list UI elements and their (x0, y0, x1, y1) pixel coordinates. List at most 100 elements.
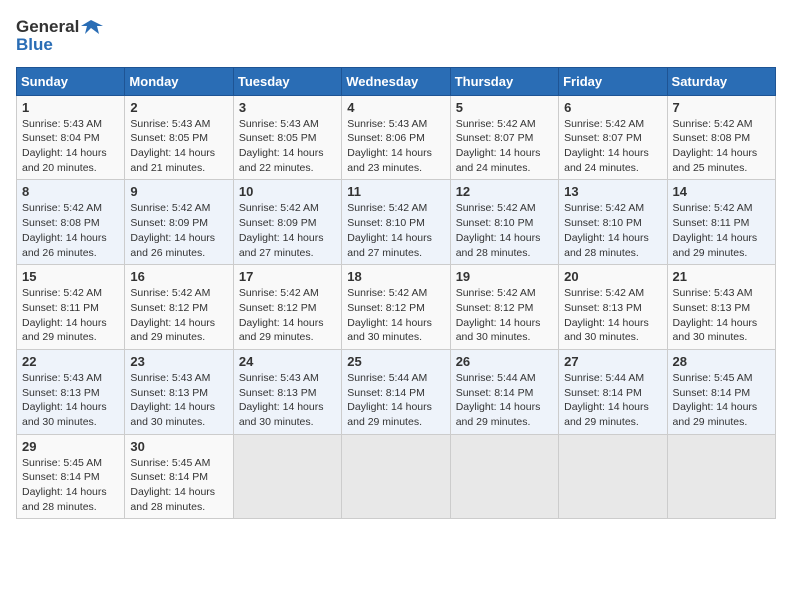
col-header-wednesday: Wednesday (342, 67, 450, 95)
day-number: 18 (347, 269, 444, 284)
calendar-cell: 10 Sunrise: 5:42 AM Sunset: 8:09 PM Dayli… (233, 180, 341, 265)
col-header-tuesday: Tuesday (233, 67, 341, 95)
day-info: Sunrise: 5:42 AM Sunset: 8:13 PM Dayligh… (564, 286, 661, 345)
week-row-1: 8 Sunrise: 5:42 AM Sunset: 8:08 PM Daylig… (17, 180, 776, 265)
calendar-cell: 23 Sunrise: 5:43 AM Sunset: 8:13 PM Dayli… (125, 349, 233, 434)
calendar-cell: 29 Sunrise: 5:45 AM Sunset: 8:14 PM Dayli… (17, 434, 125, 519)
calendar-cell: 20 Sunrise: 5:42 AM Sunset: 8:13 PM Dayli… (559, 265, 667, 350)
week-row-4: 29 Sunrise: 5:45 AM Sunset: 8:14 PM Dayli… (17, 434, 776, 519)
day-number: 19 (456, 269, 553, 284)
day-number: 8 (22, 184, 119, 199)
calendar-cell: 9 Sunrise: 5:42 AM Sunset: 8:09 PM Daylig… (125, 180, 233, 265)
day-number: 27 (564, 354, 661, 369)
day-number: 11 (347, 184, 444, 199)
calendar-cell: 28 Sunrise: 5:45 AM Sunset: 8:14 PM Dayli… (667, 349, 775, 434)
day-info: Sunrise: 5:42 AM Sunset: 8:09 PM Dayligh… (239, 201, 336, 260)
calendar-cell: 11 Sunrise: 5:42 AM Sunset: 8:10 PM Dayli… (342, 180, 450, 265)
logo: General Blue (16, 16, 103, 55)
day-number: 26 (456, 354, 553, 369)
calendar-cell (667, 434, 775, 519)
day-number: 25 (347, 354, 444, 369)
day-number: 21 (673, 269, 770, 284)
calendar-cell: 22 Sunrise: 5:43 AM Sunset: 8:13 PM Dayli… (17, 349, 125, 434)
calendar-header-row: SundayMondayTuesdayWednesdayThursdayFrid… (17, 67, 776, 95)
calendar-cell: 25 Sunrise: 5:44 AM Sunset: 8:14 PM Dayli… (342, 349, 450, 434)
calendar-table: SundayMondayTuesdayWednesdayThursdayFrid… (16, 67, 776, 520)
day-number: 28 (673, 354, 770, 369)
day-info: Sunrise: 5:43 AM Sunset: 8:13 PM Dayligh… (130, 371, 227, 430)
day-info: Sunrise: 5:42 AM Sunset: 8:10 PM Dayligh… (456, 201, 553, 260)
calendar-cell: 26 Sunrise: 5:44 AM Sunset: 8:14 PM Dayli… (450, 349, 558, 434)
day-number: 29 (22, 439, 119, 454)
calendar-cell: 7Sunrise: 5:42 AM Sunset: 8:08 PM Daylig… (667, 95, 775, 180)
day-info: Sunrise: 5:42 AM Sunset: 8:10 PM Dayligh… (347, 201, 444, 260)
day-info: Sunrise: 5:42 AM Sunset: 8:12 PM Dayligh… (456, 286, 553, 345)
day-number: 10 (239, 184, 336, 199)
calendar-cell: 12 Sunrise: 5:42 AM Sunset: 8:10 PM Dayli… (450, 180, 558, 265)
day-number: 17 (239, 269, 336, 284)
day-number: 12 (456, 184, 553, 199)
logo-blue: Blue (16, 36, 103, 55)
calendar-cell: 2 Sunrise: 5:43 AM Sunset: 8:05 PM Daylig… (125, 95, 233, 180)
day-info: Sunrise: 5:44 AM Sunset: 8:14 PM Dayligh… (564, 371, 661, 430)
day-info: Sunrise: 5:43 AM Sunset: 8:06 PM Dayligh… (347, 117, 444, 176)
calendar-cell: 24 Sunrise: 5:43 AM Sunset: 8:13 PM Dayli… (233, 349, 341, 434)
calendar-cell: 4 Sunrise: 5:43 AM Sunset: 8:06 PM Daylig… (342, 95, 450, 180)
calendar-cell: 17 Sunrise: 5:42 AM Sunset: 8:12 PM Dayli… (233, 265, 341, 350)
calendar-cell: 18 Sunrise: 5:42 AM Sunset: 8:12 PM Dayli… (342, 265, 450, 350)
day-number: 2 (130, 100, 227, 115)
day-number: 1 (22, 100, 119, 115)
calendar-cell: 13Sunrise: 5:42 AM Sunset: 8:10 PM Dayli… (559, 180, 667, 265)
day-info: Sunrise: 5:42 AM Sunset: 8:07 PM Dayligh… (456, 117, 553, 176)
day-number: 5 (456, 100, 553, 115)
calendar-cell (233, 434, 341, 519)
calendar-cell: 5 Sunrise: 5:42 AM Sunset: 8:07 PM Daylig… (450, 95, 558, 180)
day-number: 4 (347, 100, 444, 115)
calendar-cell: 30Sunrise: 5:45 AM Sunset: 8:14 PM Dayli… (125, 434, 233, 519)
day-number: 14 (673, 184, 770, 199)
day-info: Sunrise: 5:45 AM Sunset: 8:14 PM Dayligh… (130, 456, 227, 515)
day-info: Sunrise: 5:42 AM Sunset: 8:07 PM Dayligh… (564, 117, 661, 176)
calendar-cell: 1 Sunrise: 5:43 AM Sunset: 8:04 PM Daylig… (17, 95, 125, 180)
calendar-cell: 6 Sunrise: 5:42 AM Sunset: 8:07 PM Daylig… (559, 95, 667, 180)
day-info: Sunrise: 5:42 AM Sunset: 8:08 PM Dayligh… (22, 201, 119, 260)
day-number: 22 (22, 354, 119, 369)
day-info: Sunrise: 5:42 AM Sunset: 8:12 PM Dayligh… (239, 286, 336, 345)
day-number: 3 (239, 100, 336, 115)
day-info: Sunrise: 5:43 AM Sunset: 8:13 PM Dayligh… (22, 371, 119, 430)
day-info: Sunrise: 5:42 AM Sunset: 8:12 PM Dayligh… (347, 286, 444, 345)
day-info: Sunrise: 5:44 AM Sunset: 8:14 PM Dayligh… (347, 371, 444, 430)
day-info: Sunrise: 5:45 AM Sunset: 8:14 PM Dayligh… (22, 456, 119, 515)
calendar-cell: 8 Sunrise: 5:42 AM Sunset: 8:08 PM Daylig… (17, 180, 125, 265)
day-info: Sunrise: 5:42 AM Sunset: 8:09 PM Dayligh… (130, 201, 227, 260)
calendar-cell: 3Sunrise: 5:43 AM Sunset: 8:05 PM Daylig… (233, 95, 341, 180)
calendar-cell: 14Sunrise: 5:42 AM Sunset: 8:11 PM Dayli… (667, 180, 775, 265)
day-info: Sunrise: 5:42 AM Sunset: 8:08 PM Dayligh… (673, 117, 770, 176)
day-info: Sunrise: 5:44 AM Sunset: 8:14 PM Dayligh… (456, 371, 553, 430)
col-header-friday: Friday (559, 67, 667, 95)
calendar-cell: 21Sunrise: 5:43 AM Sunset: 8:13 PM Dayli… (667, 265, 775, 350)
logo-bird-icon (81, 16, 103, 38)
header: General Blue (16, 16, 776, 55)
day-info: Sunrise: 5:43 AM Sunset: 8:13 PM Dayligh… (239, 371, 336, 430)
calendar-cell: 15 Sunrise: 5:42 AM Sunset: 8:11 PM Dayli… (17, 265, 125, 350)
week-row-0: 1 Sunrise: 5:43 AM Sunset: 8:04 PM Daylig… (17, 95, 776, 180)
col-header-monday: Monday (125, 67, 233, 95)
day-number: 9 (130, 184, 227, 199)
day-number: 6 (564, 100, 661, 115)
col-header-thursday: Thursday (450, 67, 558, 95)
day-info: Sunrise: 5:42 AM Sunset: 8:11 PM Dayligh… (22, 286, 119, 345)
week-row-3: 22 Sunrise: 5:43 AM Sunset: 8:13 PM Dayli… (17, 349, 776, 434)
day-info: Sunrise: 5:45 AM Sunset: 8:14 PM Dayligh… (673, 371, 770, 430)
day-info: Sunrise: 5:43 AM Sunset: 8:05 PM Dayligh… (130, 117, 227, 176)
day-number: 15 (22, 269, 119, 284)
day-number: 23 (130, 354, 227, 369)
day-number: 24 (239, 354, 336, 369)
week-row-2: 15 Sunrise: 5:42 AM Sunset: 8:11 PM Dayli… (17, 265, 776, 350)
day-number: 20 (564, 269, 661, 284)
day-info: Sunrise: 5:42 AM Sunset: 8:12 PM Dayligh… (130, 286, 227, 345)
day-info: Sunrise: 5:42 AM Sunset: 8:10 PM Dayligh… (564, 201, 661, 260)
col-header-saturday: Saturday (667, 67, 775, 95)
calendar-cell (342, 434, 450, 519)
day-info: Sunrise: 5:43 AM Sunset: 8:04 PM Dayligh… (22, 117, 119, 176)
